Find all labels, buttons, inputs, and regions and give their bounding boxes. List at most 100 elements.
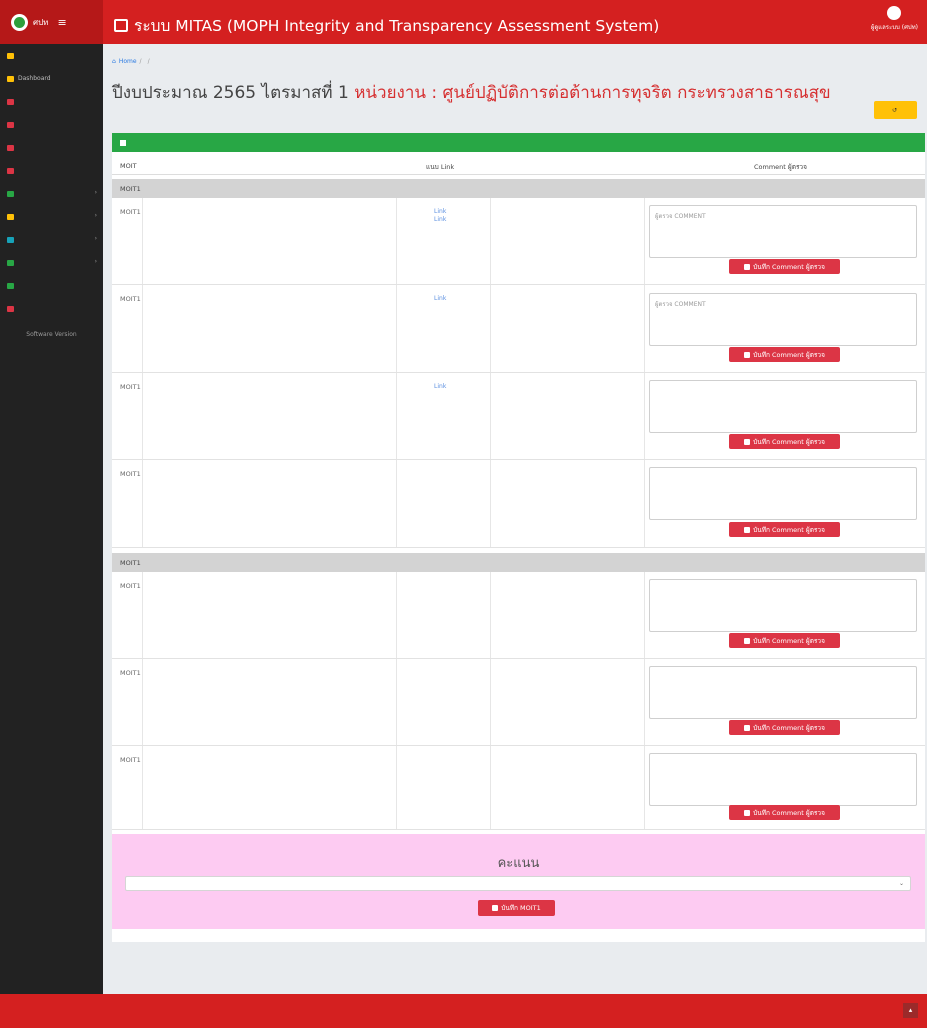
brand[interactable]: ศปท ≡	[0, 0, 103, 44]
sidebar-item[interactable]: ›	[0, 251, 103, 274]
sidebar-item[interactable]: Dashboard	[0, 67, 103, 90]
row-code: MOIT1	[120, 383, 141, 391]
save-comment-button[interactable]: บันทึก Comment ผู้ตรวจ	[729, 259, 840, 274]
column-divider	[396, 285, 397, 372]
comment-textarea[interactable]	[649, 467, 917, 520]
sidebar-item-label: Dashboard	[18, 75, 51, 82]
column-divider	[396, 572, 397, 658]
save-icon	[744, 809, 751, 816]
column-divider	[142, 285, 143, 372]
column-divider	[142, 659, 143, 745]
score-select[interactable]: ⌄	[125, 876, 911, 891]
row-code: MOIT1	[120, 208, 141, 216]
save-comment-button[interactable]: บันทึก Comment ผู้ตรวจ	[729, 347, 840, 362]
chevron-right-icon: ›	[94, 189, 97, 196]
save-comment-button[interactable]: บันทึก Comment ผู้ตรวจ	[729, 522, 840, 537]
save-comment-button[interactable]: บันทึก Comment ผู้ตรวจ	[729, 720, 840, 735]
save-icon	[744, 637, 751, 644]
column-divider	[142, 746, 143, 829]
announcement-icon	[7, 52, 14, 59]
form-icon	[7, 98, 14, 105]
sidebar-item[interactable]: ›	[0, 182, 103, 205]
table-header: MOIT แนบ Link Comment ผู้ตรวจ	[112, 156, 925, 175]
comment-placeholder: ผู้ตรวจ COMMENT	[655, 213, 706, 220]
breadcrumb-home[interactable]: Home	[119, 58, 137, 65]
sidebar-item[interactable]: ›	[0, 228, 103, 251]
save-moit-button[interactable]: บันทึก MOIT1	[478, 900, 555, 916]
page-title-unit: หน่วยงาน : ศูนย์ปฏิบัติการต่อต้านการทุจร…	[354, 83, 831, 103]
save-comment-label: บันทึก Comment ผู้ตรวจ	[753, 525, 825, 534]
sidebar-item[interactable]	[0, 44, 103, 67]
sidebar-item[interactable]	[0, 297, 103, 320]
column-divider	[142, 572, 143, 658]
save-icon	[744, 526, 751, 533]
dashboard-icon	[7, 75, 14, 82]
column-divider	[644, 285, 645, 372]
column-divider	[490, 373, 491, 459]
comment-textarea[interactable]	[649, 666, 917, 719]
save-comment-button[interactable]: บันทึก Comment ผู้ตรวจ	[729, 434, 840, 449]
back-button[interactable]: ↺	[874, 101, 917, 119]
sidebar-item[interactable]	[0, 136, 103, 159]
table-row: MOIT1 Link บันทึก Comment ผู้ตรวจ	[112, 373, 925, 460]
comment-textarea[interactable]	[649, 753, 917, 806]
user-label: ผู้ดูแลระบบ (ศปท)	[870, 24, 918, 31]
attachment-link[interactable]: Link	[434, 208, 446, 215]
menu-toggle-icon[interactable]: ≡	[57, 16, 66, 29]
result-icon	[7, 167, 14, 174]
row-code: MOIT1	[120, 756, 141, 764]
comment-textarea[interactable]	[649, 380, 917, 433]
account-icon	[7, 259, 14, 266]
attachment-link[interactable]: Link	[434, 216, 446, 223]
column-comment: Comment ผู้ตรวจ	[754, 163, 807, 171]
column-divider	[644, 659, 645, 745]
save-icon	[744, 351, 751, 358]
column-divider	[396, 460, 397, 547]
save-icon	[492, 905, 499, 911]
checkbox-icon	[120, 139, 126, 146]
history-icon	[7, 144, 14, 151]
app-title: ระบบ MITAS (MOPH Integrity and Transpare…	[114, 13, 659, 38]
row-code: MOIT1	[120, 295, 141, 303]
comment-placeholder: ผู้ตรวจ COMMENT	[655, 301, 706, 308]
logo-icon	[14, 16, 25, 28]
sidebar-item[interactable]: ›	[0, 205, 103, 228]
breadcrumb: ⌂ Home / /	[112, 58, 153, 65]
table-row: MOIT1 Link Link ผู้ตรวจ COMMENT บันทึก Comme…	[112, 198, 925, 285]
column-divider	[490, 285, 491, 372]
sidebar-item[interactable]	[0, 90, 103, 113]
save-icon	[744, 724, 751, 731]
column-moit: MOIT	[120, 162, 137, 170]
row-links: Link Link	[434, 208, 446, 223]
attachment-link[interactable]: Link	[434, 295, 446, 302]
chevron-down-icon: ⌄	[898, 880, 904, 887]
sidebar-item[interactable]	[0, 274, 103, 297]
column-divider	[644, 373, 645, 459]
software-version-link[interactable]: Software Version	[0, 320, 103, 348]
sidebar-item[interactable]	[0, 113, 103, 136]
save-comment-label: บันทึก Comment ผู้ตรวจ	[753, 350, 825, 359]
sidebar-item[interactable]	[0, 159, 103, 182]
user-menu[interactable]: ผู้ดูแลระบบ (ศปท)	[871, 6, 918, 32]
comment-textarea[interactable]: ผู้ตรวจ COMMENT	[649, 293, 917, 346]
app-title-text: ระบบ MITAS (MOPH Integrity and Transpare…	[134, 17, 660, 35]
comment-textarea[interactable]	[649, 579, 917, 632]
row-links: Link	[434, 383, 446, 390]
save-comment-button[interactable]: บันทึก Comment ผู้ตรวจ	[729, 805, 840, 820]
column-divider	[490, 198, 491, 284]
page-title: ปีงบประมาณ 2565 ไตรมาสที่ 1 หน่วยงาน : ศ…	[112, 79, 831, 106]
home-icon[interactable]: ⌂	[112, 58, 116, 65]
section-code: MOIT1	[120, 185, 141, 193]
save-comment-label: บันทึก Comment ผู้ตรวจ	[753, 723, 825, 732]
column-divider	[490, 746, 491, 829]
software-version-label: Software Version	[26, 330, 77, 338]
save-comment-label: บันทึก Comment ผู้ตรวจ	[753, 437, 825, 446]
user-circle-icon	[887, 6, 902, 20]
attachment-link[interactable]: Link	[434, 383, 446, 390]
section-header: MOIT1	[112, 553, 925, 572]
breadcrumb-separator: /	[147, 58, 150, 65]
comment-textarea[interactable]: ผู้ตรวจ COMMENT	[649, 205, 917, 258]
manual-icon	[7, 282, 14, 289]
save-comment-button[interactable]: บันทึก Comment ผู้ตรวจ	[729, 633, 840, 648]
scroll-to-top-button[interactable]: ▴	[903, 1003, 918, 1018]
